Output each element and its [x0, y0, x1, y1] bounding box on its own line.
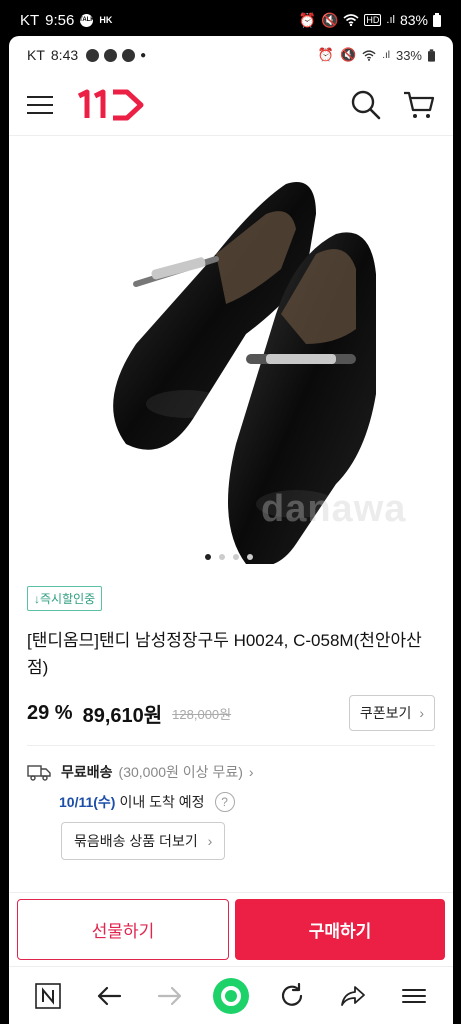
eta-row: 10/11(수) 이내 도착 예정 ? — [9, 782, 453, 812]
image-pager[interactable] — [205, 554, 253, 560]
pager-dot[interactable] — [247, 554, 253, 560]
pager-dot[interactable] — [233, 554, 239, 560]
eta-text: 이내 도착 예정 — [119, 794, 205, 810]
purchase-bar: 선물하기 구매하기 — [9, 892, 453, 966]
signal-icon: .ıl — [382, 49, 390, 61]
menu-icon[interactable] — [27, 95, 53, 114]
brand-logo[interactable] — [75, 88, 147, 122]
clock: 9:56 — [45, 11, 75, 29]
inner-status-bar: KT 8:43 ● ⏰ 🔇 .ıl 33% — [9, 36, 453, 74]
original-price: 128,000원 — [172, 706, 232, 722]
chevron-right-icon: › — [248, 764, 254, 780]
mute-icon: 🔇 — [320, 11, 339, 28]
carrier-label: KT — [20, 11, 40, 29]
product-title: [탠디옴므]탠디 남성정장구두 H0024, C-058M(천안아산점) — [27, 631, 422, 677]
refresh-icon[interactable] — [272, 976, 312, 1016]
chevron-right-icon: › — [419, 705, 424, 721]
mute-icon: 🔇 — [340, 47, 357, 62]
inner-battery-percent: 33% — [395, 47, 422, 63]
share-icon[interactable] — [333, 976, 373, 1016]
wifi-icon — [362, 49, 376, 61]
truck-icon — [27, 765, 51, 781]
talk-icon — [104, 48, 118, 62]
hd-icon: HD — [364, 14, 382, 26]
menu-icon[interactable] — [394, 976, 434, 1016]
app-header — [9, 74, 453, 136]
shipping-row[interactable]: 무료배송 (30,000원 이상 무료) › — [9, 746, 453, 782]
bundle-shipping-button[interactable]: 묶음배송 상품 더보기 › — [61, 822, 226, 860]
settings-icon — [86, 48, 100, 62]
watermark: danawa — [261, 488, 407, 530]
alarm-icon: ⏰ — [317, 47, 334, 62]
naver-home-icon[interactable] — [28, 976, 68, 1016]
free-shipping-label: 무료배송 — [61, 764, 113, 780]
price-row: 29 % 89,610원 128,000원 쿠폰보기 › — [9, 681, 453, 731]
chevron-right-icon: › — [207, 833, 213, 849]
region-label: HK — [99, 15, 113, 25]
alarm-icon: ⏰ — [298, 11, 316, 28]
bundle-label: 묶음배송 상품 더보기 — [74, 833, 198, 849]
app-frame: KT 8:43 ● ⏰ 🔇 .ıl 33% danawa ↓즉시할인중 [탠디옴… — [9, 36, 453, 1024]
chat-icon — [122, 48, 136, 62]
wifi-icon — [343, 14, 359, 26]
more-dot-icon: ● — [140, 49, 147, 61]
buy-button[interactable]: 구매하기 — [235, 899, 445, 960]
search-icon[interactable] — [351, 90, 381, 120]
battery-icon — [428, 48, 435, 62]
coupon-button[interactable]: 쿠폰보기 › — [348, 695, 435, 731]
gift-button[interactable]: 선물하기 — [17, 899, 229, 960]
pager-dot[interactable] — [205, 554, 211, 560]
pager-dot[interactable] — [219, 554, 225, 560]
cart-icon[interactable] — [403, 90, 435, 120]
product-image[interactable]: danawa — [9, 136, 453, 572]
discount-rate: 29 % — [27, 701, 73, 724]
system-status-bar: KT 9:56 TALK HK ⏰ 🔇 HD .ıl 83% — [0, 0, 461, 40]
instant-discount-badge: ↓즉시할인중 — [27, 586, 103, 611]
talk-icon: TALK — [79, 13, 95, 27]
inner-carrier: KT — [27, 47, 45, 63]
back-arrow-icon[interactable] — [89, 976, 129, 1016]
battery-icon — [433, 13, 441, 27]
shipping-condition: (30,000원 이상 무료) — [118, 764, 243, 780]
coupon-label: 쿠폰보기 — [359, 705, 412, 721]
signal-icon: .ıl — [386, 14, 395, 26]
battery-percent: 83% — [399, 12, 428, 28]
browser-nav-bar — [9, 966, 453, 1024]
green-dot-icon[interactable] — [211, 976, 251, 1016]
inner-clock: 8:43 — [50, 47, 79, 63]
sale-price: 89,610원 — [82, 704, 163, 727]
eta-date: 10/11(수) — [59, 794, 116, 810]
help-icon[interactable]: ? — [214, 792, 235, 812]
forward-arrow-icon[interactable] — [150, 976, 190, 1016]
